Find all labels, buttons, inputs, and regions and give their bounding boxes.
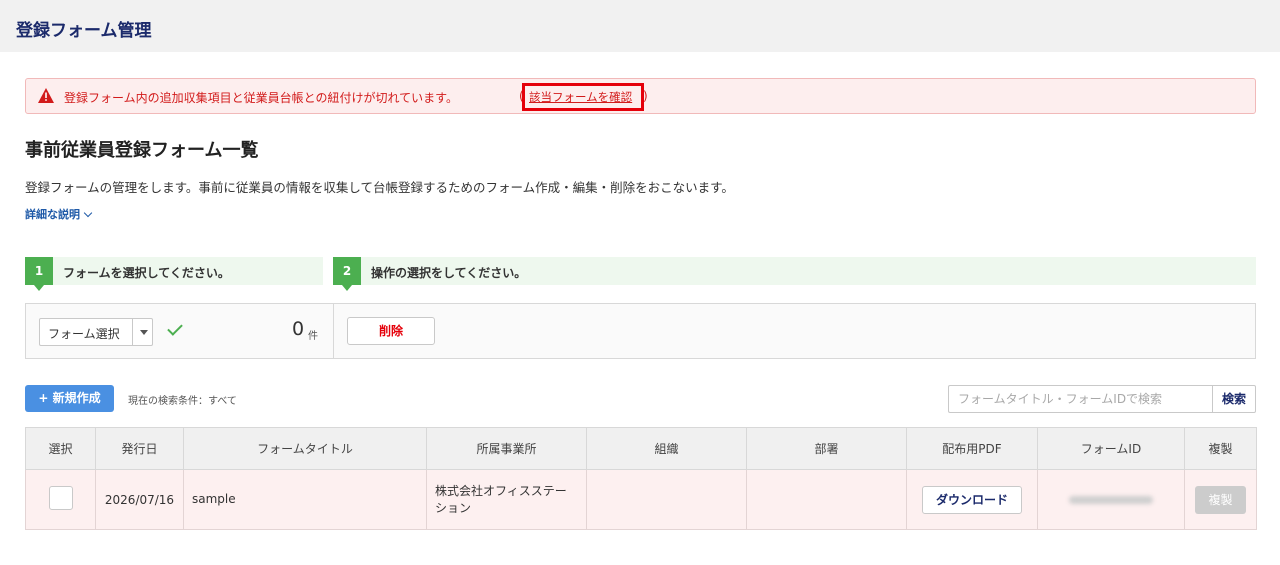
- col-header: 発行日: [95, 427, 184, 470]
- alert-message: 登録フォーム内の追加収集項目と従業員台帳との紐付けが切れています。: [64, 91, 458, 105]
- step-label: 操作の選択をしてください。: [371, 266, 527, 280]
- col-header: フォームタイトル: [183, 427, 427, 470]
- detail-link-label: 詳細な説明: [25, 208, 80, 221]
- form-select-dropdown[interactable]: フォーム選択: [39, 318, 153, 346]
- chevron-down-icon: [83, 208, 93, 218]
- date-cell: 2026/07/16: [95, 469, 184, 530]
- row-checkbox[interactable]: [48, 486, 73, 510]
- step-1: 1 フォームを選択してください。: [25, 257, 323, 291]
- step-number: 1: [25, 257, 53, 291]
- organization-cell: [586, 469, 747, 530]
- check-form-link[interactable]: 該当フォームを確認: [529, 89, 632, 105]
- page-title: 事前従業員登録フォーム一覧: [25, 140, 259, 161]
- new-form-button[interactable]: + 新規作成: [25, 385, 114, 412]
- step-label: フォームを選択してください。: [63, 266, 230, 280]
- alert-paren-close: ): [643, 89, 648, 103]
- select-divider: [132, 319, 133, 345]
- check-icon: [167, 320, 183, 336]
- select-cell: [25, 469, 96, 530]
- search-condition: 現在の検索条件：すべて: [128, 396, 237, 407]
- delete-button[interactable]: 削除: [347, 317, 435, 345]
- department-cell: [746, 469, 907, 530]
- col-header: 組織: [586, 427, 747, 470]
- col-header: フォームID: [1037, 427, 1185, 470]
- select-label: フォーム選択: [48, 327, 120, 341]
- warning-icon: [38, 88, 54, 103]
- search-button[interactable]: 検索: [1212, 385, 1256, 413]
- office-cell: 株式会社オフィスステーション: [426, 469, 587, 530]
- duplicate-button[interactable]: 複製: [1195, 485, 1246, 514]
- search-input[interactable]: [948, 385, 1212, 413]
- page-description: 登録フォームの管理をします。事前に従業員の情報を収集して台帳登録するためのフォー…: [25, 180, 734, 195]
- step-2: 2 操作の選択をしてください。: [333, 257, 1256, 291]
- top-bar: 登録フォーム管理: [0, 0, 1280, 52]
- error-alert: 登録フォーム内の追加収集項目と従業員台帳との紐付けが切れています。 ( 該当フォ…: [25, 78, 1256, 114]
- step-number: 2: [333, 257, 361, 291]
- steps-bar: 1 フォームを選択してください。 2 操作の選択をしてください。: [25, 257, 1256, 291]
- download-button[interactable]: ダウンロード: [922, 485, 1022, 514]
- col-header: 所属事業所: [426, 427, 587, 470]
- col-header: 部署: [746, 427, 907, 470]
- form-id-cell: [1037, 469, 1185, 530]
- duplicate-cell: 複製: [1184, 469, 1257, 530]
- table-row: 2026/07/16 sample 株式会社オフィスステーション ダウンロード …: [25, 469, 1257, 530]
- operations-panel: フォーム選択 0 件 削除: [25, 303, 1256, 359]
- count-unit: 件: [308, 331, 318, 342]
- selection-area: フォーム選択 0 件: [26, 304, 334, 358]
- pdf-cell: ダウンロード: [906, 469, 1038, 530]
- detail-toggle-link[interactable]: 詳細な説明: [25, 206, 93, 222]
- table-header-row: 選択 発行日 フォームタイトル 所属事業所 組織 部署 配布用PDF フォームI…: [25, 427, 1257, 470]
- col-header: 選択: [25, 427, 96, 470]
- app-title: 登録フォーム管理: [16, 21, 152, 41]
- selected-count: 0: [292, 318, 305, 340]
- col-header: 複製: [1184, 427, 1257, 470]
- blurred-form-id: [1069, 495, 1153, 504]
- caret-down-icon: [140, 330, 148, 335]
- forms-table: 選択 発行日 フォームタイトル 所属事業所 組織 部署 配布用PDF フォームI…: [25, 427, 1257, 530]
- col-header: 配布用PDF: [906, 427, 1038, 470]
- title-cell: sample: [183, 469, 427, 530]
